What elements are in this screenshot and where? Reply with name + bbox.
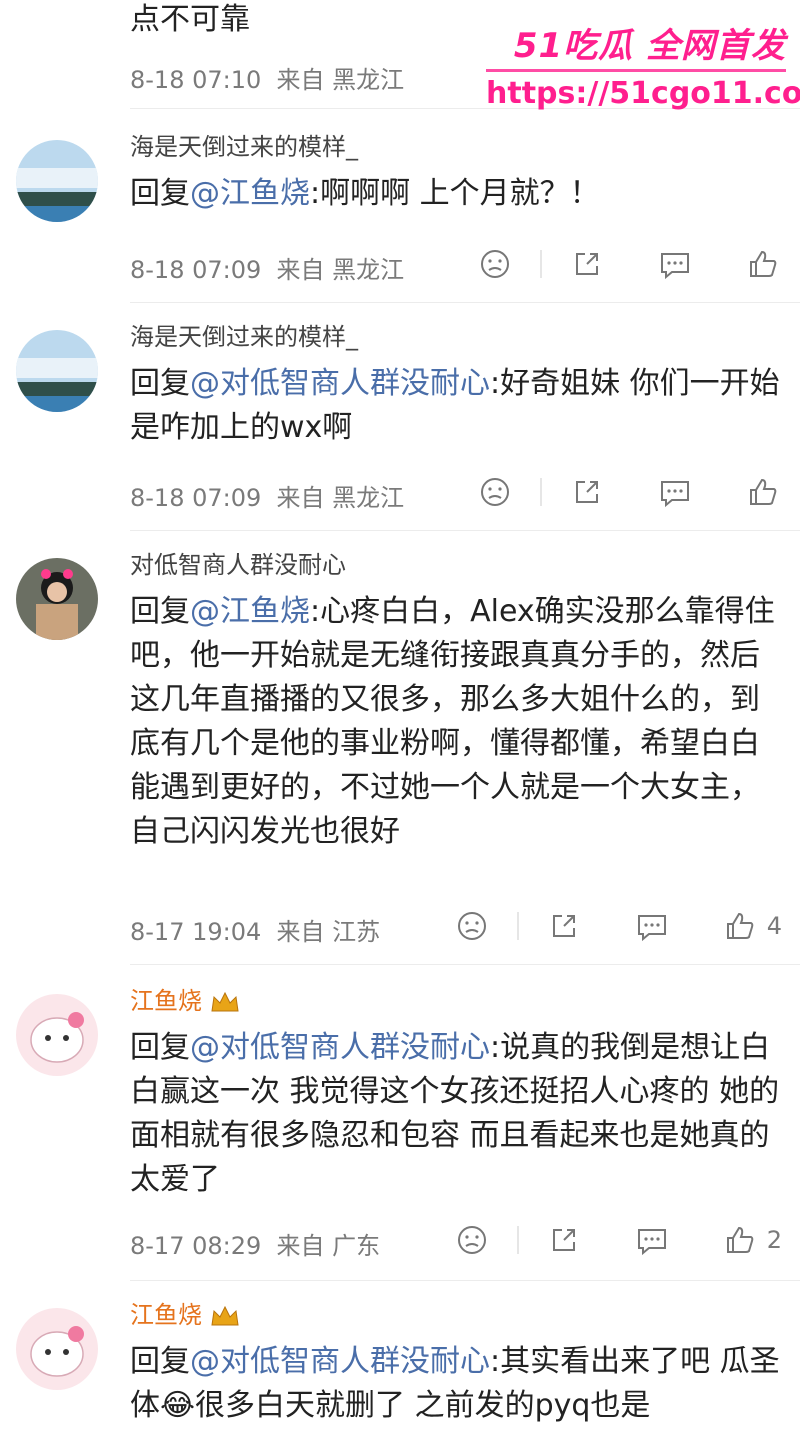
thumb-up-icon[interactable] [721, 907, 759, 945]
share-icon[interactable] [545, 907, 583, 945]
avatar[interactable] [16, 330, 98, 412]
mention-link[interactable]: @江鱼烧 [190, 594, 310, 629]
comment-time: 8-18 07:09 来自 黑龙江 [130, 256, 405, 284]
comment-icon[interactable] [656, 245, 694, 283]
comment-username[interactable]: 海是天倒过来的模样_ [130, 320, 782, 354]
like-count: 2 [766, 1226, 782, 1254]
emoji-face-icon[interactable] [476, 473, 514, 511]
mention-link[interactable]: @江鱼烧 [190, 176, 310, 211]
comment-text: 回复@江鱼烧:心疼白白，Alex确实没那么靠得住吧，他一开始就是无缝衔接跟真真分… [130, 594, 775, 849]
divider [130, 964, 800, 965]
comment-username[interactable]: 江鱼烧 [130, 984, 782, 1018]
comment-time: 8-17 19:04 来自 江苏 [130, 918, 381, 946]
thumb-up-icon[interactable] [744, 245, 782, 283]
comment-text: 回复@对低智商人群没耐心:说真的我倒是想让白白赢这一次 我觉得这个女孩还挺招人心… [130, 1030, 780, 1197]
comment-meta: 8-17 08:29 来自 广东 2 [130, 1220, 782, 1260]
share-icon[interactable] [568, 245, 606, 283]
watermark: 51吃瓜 全网首发 https://51cgo11.com [486, 18, 800, 111]
comment-text: 回复@对低智商人群没耐心:其实看出来了吧 瓜圣体😂很多白天就删了 之前发的pyq… [130, 1344, 780, 1423]
like-count: 4 [766, 912, 782, 940]
comment-time: 8-18 07:10 来自 黑龙江 [130, 66, 405, 94]
comment-username[interactable]: 海是天倒过来的模样_ [130, 130, 782, 164]
mention-link[interactable]: @对低智商人群没耐心 [190, 1344, 490, 1379]
watermark-title: 51吃瓜 全网首发 [513, 26, 786, 66]
comment-icon[interactable] [633, 1221, 671, 1259]
comment-meta: 8-18 07:09 来自 黑龙江 [130, 244, 782, 284]
emoji-face-icon[interactable] [453, 907, 491, 945]
avatar[interactable] [16, 1308, 98, 1390]
avatar[interactable] [16, 558, 98, 640]
comment-icon[interactable] [656, 473, 694, 511]
comment-icon[interactable] [633, 907, 671, 945]
comment-meta: 8-17 19:04 来自 江苏 4 [130, 906, 782, 946]
avatar[interactable] [16, 140, 98, 222]
divider [130, 1280, 800, 1281]
avatar[interactable] [16, 994, 98, 1076]
comment-username[interactable]: 对低智商人群没耐心 [130, 548, 782, 582]
comment-username[interactable]: 江鱼烧 [130, 1298, 782, 1332]
crown-icon [211, 1305, 239, 1326]
watermark-url: https://51cgo11.com [486, 76, 800, 111]
crown-icon [211, 991, 239, 1012]
comment-text: 回复@对低智商人群没耐心:好奇姐妹 你们一开始是咋加上的wx啊 [130, 366, 780, 445]
comment-meta: 8-18 07:09 来自 黑龙江 [130, 472, 782, 512]
emoji-face-icon[interactable] [453, 1221, 491, 1259]
thumb-up-icon[interactable] [744, 473, 782, 511]
thumb-up-icon[interactable] [721, 1221, 759, 1259]
emoji-face-icon[interactable] [476, 245, 514, 283]
comment-time: 8-18 07:09 来自 黑龙江 [130, 484, 405, 512]
comment-text-fragment: 点不可靠 [130, 2, 250, 37]
mention-link[interactable]: @对低智商人群没耐心 [190, 366, 490, 401]
divider [130, 302, 800, 303]
divider [130, 530, 800, 531]
share-icon[interactable] [568, 473, 606, 511]
watermark-line [486, 69, 786, 72]
comment-text: 回复@江鱼烧:啊啊啊 上个月就？！ [130, 176, 600, 211]
mention-link[interactable]: @对低智商人群没耐心 [190, 1030, 490, 1065]
comment-time: 8-17 08:29 来自 广东 [130, 1232, 381, 1260]
share-icon[interactable] [545, 1221, 583, 1259]
